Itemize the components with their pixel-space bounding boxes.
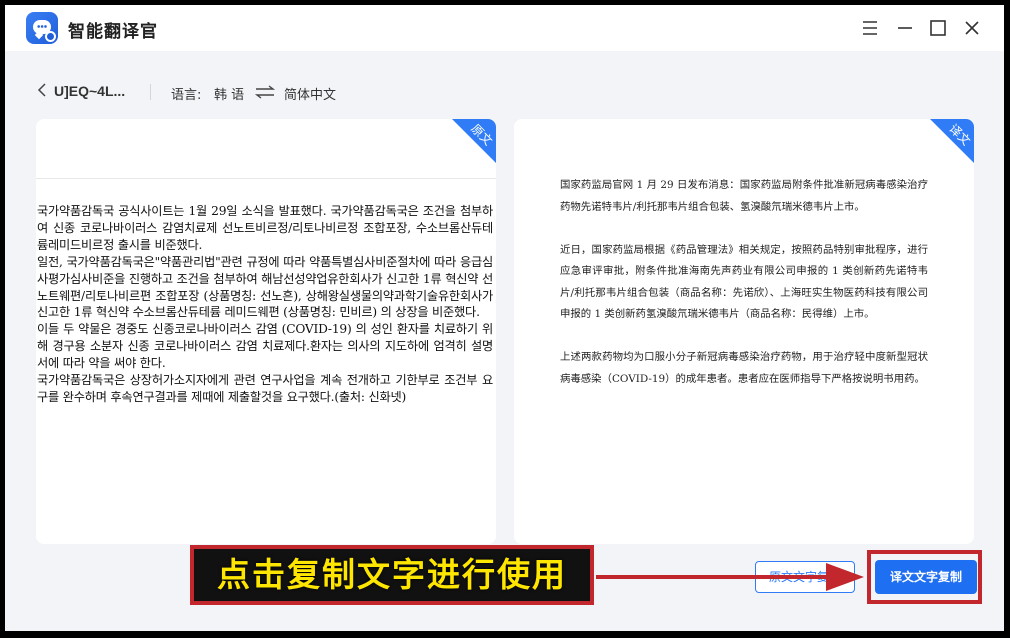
app-title: 智能翻译官 [68,22,158,42]
maximize-icon[interactable] [925,15,951,41]
annotation-callout: 点击复制文字进行使用 [190,545,594,605]
source-paragraph: 국가약품감독국 공식사이트는 1월 29일 소식을 발표했다. 국가약품감독국은… [37,204,493,252]
source-paragraph: 국가약품감독국은 상장허가소지자에게 관련 연구사업을 계속 전개하고 기한부로… [37,373,493,404]
minimize-icon[interactable] [892,15,918,41]
language-label: 语言: [171,88,202,103]
source-text: 국가약품감독국 공식사이트는 1월 29일 소식을 발표했다. 국가약품감독국은… [37,203,493,406]
annotation-arrow-icon [596,563,864,591]
swap-languages-icon[interactable] [254,84,276,100]
back-arrow-icon[interactable] [35,81,49,99]
source-panel: 국가약품감독국 공식사이트는 1월 29일 소식을 발표했다. 국가약품감독국은… [36,119,496,544]
app-logo-icon [26,12,58,44]
target-paragraph: 国家药监局官网 1 月 29 日发布消息：国家药监局附条件批准新冠病毒感染治疗药… [560,179,928,213]
copy-translation-button[interactable]: 译文文字复制 [875,560,977,594]
menu-icon[interactable] [857,15,883,41]
target-corner-badge: 译文 [930,119,974,163]
toolbar: U]EQ~4L... 语言: 韩 语 简体中文 [5,51,1004,121]
target-paragraph: 上述两款药物均为口服小分子新冠病毒感染治疗药物，用于治疗轻中度新型冠状病毒感染（… [560,351,928,385]
app-window: 智能翻译官 U]EQ~4L... 语言: 韩 语 简体中文 국가약품감독국 공식… [5,5,1004,631]
source-language-select[interactable]: 韩 语 [214,84,244,103]
target-paragraph: 近日，国家药监局根据《药品管理法》相关规定，按照药品特别审批程序，进行应急审评审… [560,243,928,321]
file-name: U]EQ~4L... [54,83,126,99]
divider [150,84,151,100]
target-text: 国家药监局官网 1 月 29 日发布消息：国家药监局附条件批准新冠病毒感染治疗药… [560,175,928,412]
annotation-text: 点击复制文字进行使用 [217,555,567,594]
source-paragraph: 이들 두 약물은 경중도 신종코로나바이러스 감염 (COVID-19) 의 성… [37,322,493,371]
target-panel: 国家药监局官网 1 月 29 日发布消息：国家药监局附条件批准新冠病毒感染治疗药… [514,119,974,544]
target-language-select[interactable]: 简体中文 [284,84,336,103]
source-corner-badge: 原文 [452,119,496,163]
title-bar: 智能翻译官 [5,5,1004,51]
source-paragraph: 일전, 국가약품감독국은"약품관리법"관련 규정에 따라 약품특별심사비준절차에… [37,254,493,320]
close-icon[interactable] [959,15,985,41]
